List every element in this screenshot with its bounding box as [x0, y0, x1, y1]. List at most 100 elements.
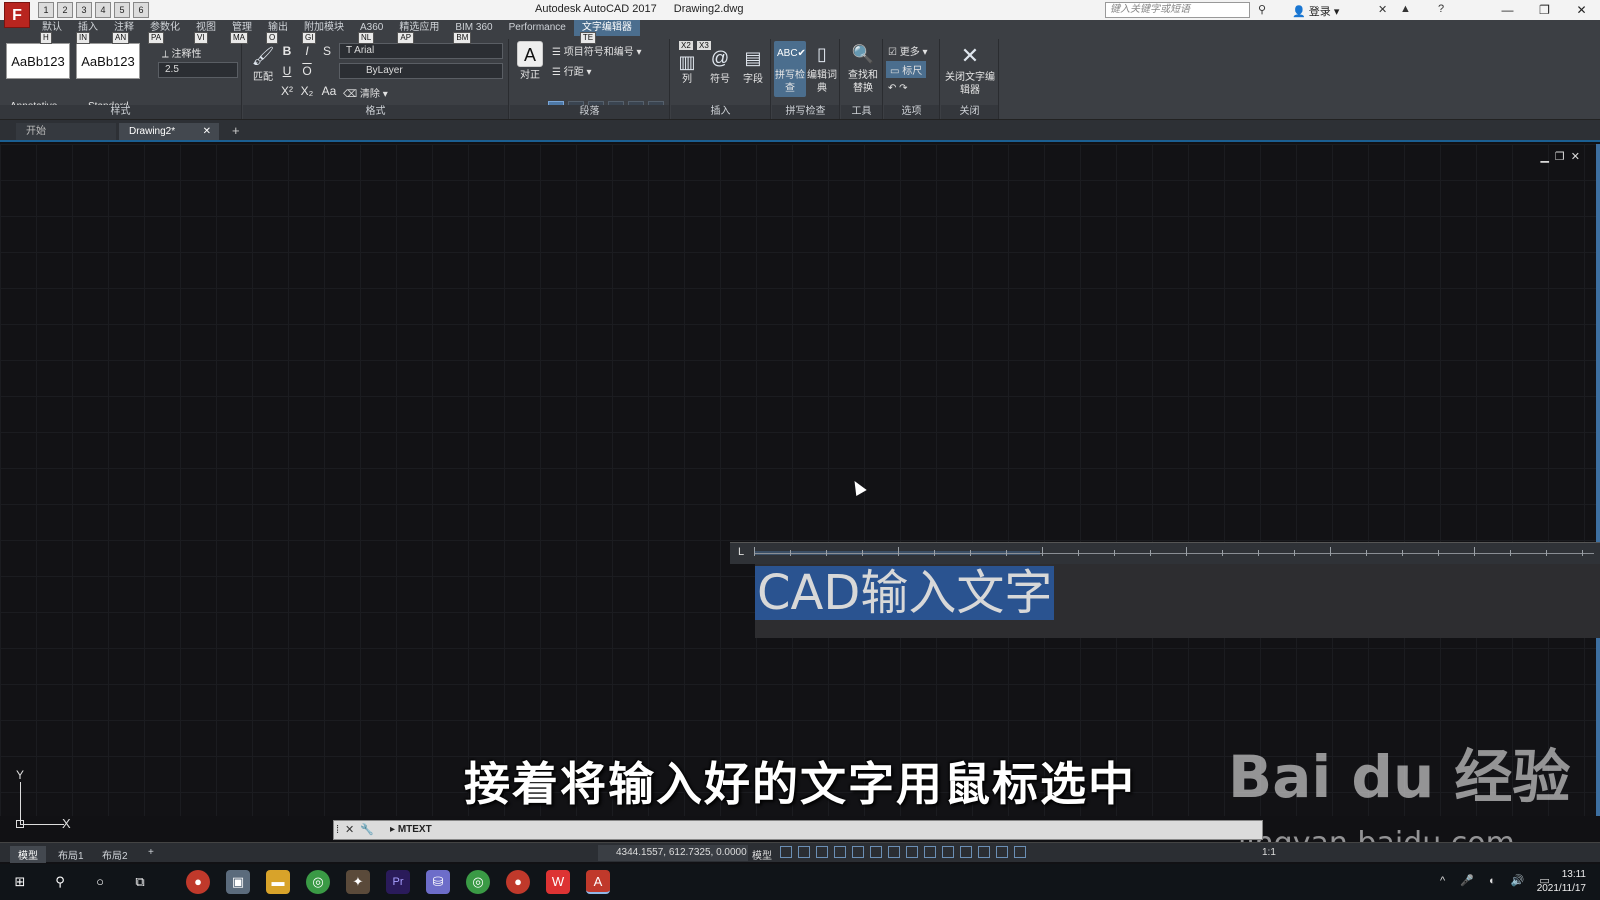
superscript-button[interactable]: X²: [279, 83, 295, 99]
recorder-icon-2[interactable]: ●: [506, 870, 530, 894]
close-tab-icon[interactable]: ✕: [203, 123, 211, 140]
new-tab-button[interactable]: +: [232, 123, 240, 138]
binoculars-icon[interactable]: ⚲: [1258, 3, 1266, 16]
layout-tab-layout2[interactable]: 布局2: [94, 846, 136, 863]
overline-button[interactable]: O: [299, 63, 315, 79]
undo-redo-buttons[interactable]: ↶ ↷: [888, 83, 908, 94]
3d-osnap-toggle[interactable]: [942, 846, 954, 858]
match-button[interactable]: 🖌 匹配: [247, 43, 279, 84]
mtext-selected-text[interactable]: CAD输入文字: [755, 566, 1055, 620]
underline-button[interactable]: U: [279, 63, 295, 79]
qat-save-button[interactable]: 3: [76, 2, 92, 18]
gizmo-toggle[interactable]: [996, 846, 1008, 858]
tab-performance[interactable]: Performance: [501, 20, 574, 36]
recorder-icon[interactable]: ●: [186, 870, 210, 894]
annotation-visibility-toggle[interactable]: [1014, 846, 1026, 858]
tab-manage[interactable]: 管理 MA: [224, 20, 260, 44]
login-button[interactable]: 👤 登录 ▾: [1292, 3, 1339, 19]
command-line-icons[interactable]: ⁞✕🔧: [336, 823, 380, 836]
grid-toggle[interactable]: [780, 846, 792, 858]
qat-undo-button[interactable]: 6: [133, 2, 149, 18]
transparency-toggle[interactable]: [906, 846, 918, 858]
layout-tab-model[interactable]: 模型: [10, 846, 46, 863]
style-annotative-preview[interactable]: AaBb123: [6, 43, 70, 79]
field-button[interactable]: ▤ 字段: [737, 45, 769, 86]
bold-button[interactable]: B: [279, 43, 295, 59]
restore-icon[interactable]: ❐: [1555, 151, 1571, 163]
color-select[interactable]: ByLayer: [339, 63, 503, 79]
search-input[interactable]: 键入关键字或短语: [1105, 2, 1250, 18]
restore-icon[interactable]: ❐: [1526, 0, 1563, 20]
app-icon[interactable]: ▣: [226, 870, 250, 894]
command-line[interactable]: ⁞✕🔧 ▸ MTEXT: [333, 820, 1263, 840]
vertical-scrollbar[interactable]: [1596, 144, 1600, 816]
ruler-tab-marker[interactable]: L: [738, 546, 744, 558]
tab-a360[interactable]: A360 NL: [352, 20, 391, 44]
tab-addins[interactable]: 附加模块 GI: [296, 20, 352, 44]
style-standard-preview[interactable]: AaBb123: [76, 43, 140, 79]
tab-featured-apps[interactable]: 精选应用 AP: [391, 20, 447, 44]
tab-insert[interactable]: 插入 IN: [70, 20, 106, 44]
windows-start-icon[interactable]: ⊞: [8, 870, 32, 894]
strikethrough-button[interactable]: S: [319, 43, 335, 59]
file-tab-drawing[interactable]: Drawing2* ✕: [119, 123, 219, 140]
help-icon[interactable]: ?: [1438, 3, 1444, 15]
search-icon[interactable]: ⚲: [48, 870, 72, 894]
more-button[interactable]: ☑ 更多 ▾: [888, 43, 928, 58]
osnap-toggle[interactable]: [852, 846, 864, 858]
justification-button[interactable]: A 对正: [514, 41, 546, 82]
line-spacing-button[interactable]: ☰ 行距 ▾: [552, 63, 592, 78]
tab-output[interactable]: 输出 O: [260, 20, 296, 44]
dynamic-ucs-toggle[interactable]: [960, 846, 972, 858]
qat-new-button[interactable]: 1: [38, 2, 54, 18]
app-icon-2[interactable]: ✦: [346, 870, 370, 894]
lineweight-toggle[interactable]: [888, 846, 900, 858]
add-layout-button[interactable]: +: [140, 846, 162, 859]
qat-saveas-button[interactable]: 4: [95, 2, 111, 18]
italic-button[interactable]: I: [299, 43, 315, 59]
close-icon[interactable]: ✕: [1563, 0, 1600, 20]
chrome-icon-2[interactable]: ◎: [466, 870, 490, 894]
columns-button[interactable]: ▥ 列: [671, 53, 703, 86]
font-select[interactable]: T Arial: [339, 43, 503, 59]
model-space-button[interactable]: 模型: [752, 847, 772, 862]
bullets-button[interactable]: ☰ 项目符号和编号 ▾: [552, 43, 642, 58]
minimize-icon[interactable]: —: [1489, 0, 1526, 20]
task-view-icon[interactable]: ⧉: [128, 870, 152, 894]
polar-toggle[interactable]: [834, 846, 846, 858]
wps-icon[interactable]: W: [546, 870, 570, 894]
file-tab-start[interactable]: 开始: [16, 123, 116, 140]
a360-icon[interactable]: ▲: [1400, 3, 1411, 15]
tab-parametric[interactable]: 参数化 PA: [142, 20, 188, 44]
mtext-ruler[interactable]: L: [730, 542, 1600, 564]
spell-check-button[interactable]: ABC✔ 拼写检查: [774, 41, 806, 97]
ruler-toggle[interactable]: ▭ 标尺: [886, 61, 927, 78]
ortho-toggle[interactable]: [816, 846, 828, 858]
selection-filter-toggle[interactable]: [978, 846, 990, 858]
minimize-icon[interactable]: ▁: [1540, 151, 1554, 163]
otrack-toggle[interactable]: [870, 846, 882, 858]
close-icon[interactable]: ✕: [1571, 151, 1586, 163]
qat-plot-button[interactable]: 5: [114, 2, 130, 18]
snap-toggle[interactable]: [798, 846, 810, 858]
annotative-toggle[interactable]: ⟂ 注释性: [162, 45, 201, 60]
close-text-editor-button[interactable]: ✕ 关闭文字编辑器: [943, 43, 997, 97]
qat-open-button[interactable]: 2: [57, 2, 73, 18]
find-replace-button[interactable]: 🔍 查找和替换: [845, 41, 881, 95]
cortana-icon[interactable]: ○: [88, 870, 112, 894]
text-height-field[interactable]: 2.5: [158, 62, 238, 78]
app-icon-3[interactable]: ⛁: [426, 870, 450, 894]
change-case-button[interactable]: Aa: [321, 83, 337, 99]
autocad-icon[interactable]: A: [586, 870, 610, 894]
edit-dictionaries-button[interactable]: ▯ 编辑词典: [806, 41, 838, 95]
tab-text-editor[interactable]: 文字编辑器 TE: [573, 20, 640, 44]
clear-button[interactable]: ⌫ 清除 ▾: [343, 85, 388, 100]
application-menu-button[interactable]: F: [4, 2, 30, 28]
tab-home[interactable]: 默认 H: [34, 20, 70, 44]
drawing-canvas[interactable]: [0, 144, 1600, 816]
chrome-icon[interactable]: ◎: [306, 870, 330, 894]
annotation-scale[interactable]: 1:1: [1262, 847, 1276, 858]
tab-bim360[interactable]: BIM 360 BM: [447, 20, 500, 44]
symbol-button[interactable]: @ 符号: [704, 45, 736, 86]
file-explorer-icon[interactable]: ▬: [266, 870, 290, 894]
